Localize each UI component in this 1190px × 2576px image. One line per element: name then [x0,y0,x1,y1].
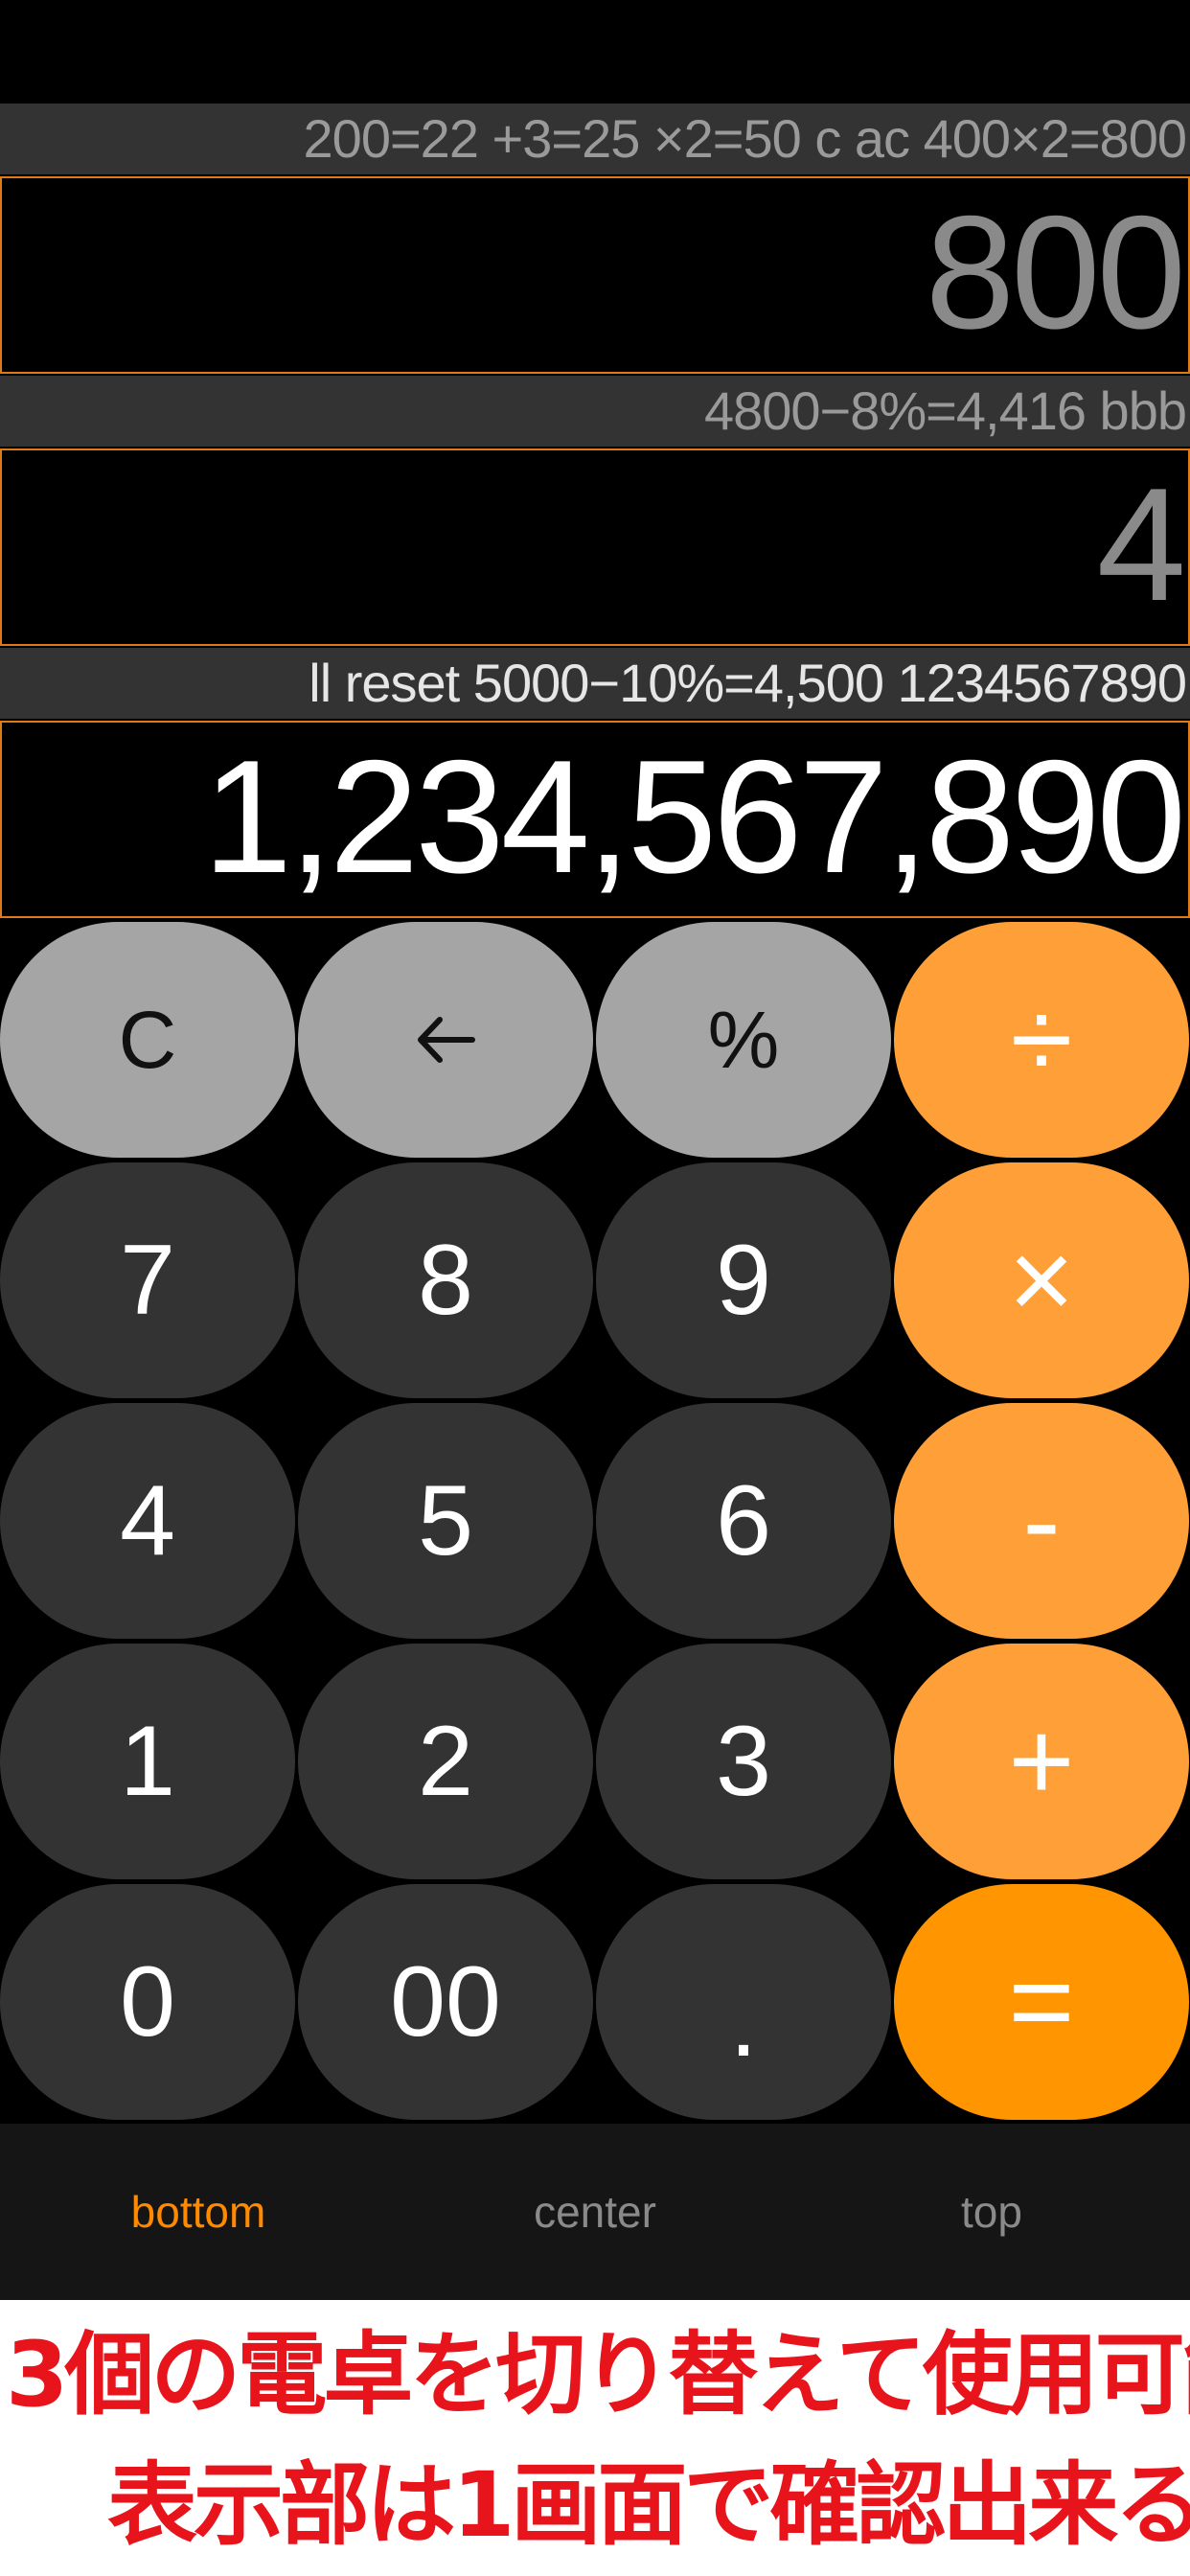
tab-center-label: center [534,2187,656,2237]
double-zero-label: 00 [390,1945,501,2058]
keypad: C % ÷ 7 8 9 × 4 5 6 - 1 2 3 + 0 00 . = [0,922,1190,2122]
digit-7-label: 7 [120,1224,175,1336]
equals-button[interactable]: = [894,1884,1189,2120]
history-tape-center: 4800−8%=4,416 bbb [0,376,1190,447]
calculator-app: 200=22 +3=25 ×2=50 c ac 400×2=800 800 48… [0,0,1190,2576]
promo-line-2: 表示部は1画面で確認出来るので便利 [107,2453,1190,2558]
display-value-bottom: 1,234,567,890 [202,726,1186,907]
clear-button[interactable]: C [0,922,295,1158]
decimal-button[interactable]: . [596,1884,891,2120]
digit-3-button[interactable]: 3 [596,1644,891,1879]
digit-6-label: 6 [716,1464,771,1576]
digit-1-label: 1 [120,1705,175,1817]
digit-3-label: 3 [716,1705,771,1817]
history-tape-top: 200=22 +3=25 ×2=50 c ac 400×2=800 [0,104,1190,174]
tab-top-label: top [961,2187,1022,2237]
digit-4-label: 4 [120,1464,175,1576]
equals-label: = [1008,1939,1075,2065]
percent-label: % [707,994,780,1085]
percent-button[interactable]: % [596,922,891,1158]
history-text-top: 200=22 +3=25 ×2=50 c ac 400×2=800 [303,108,1187,169]
history-text-bottom: ll reset 5000−10%=4,500 1234567890 [309,653,1187,713]
digit-8-label: 8 [418,1224,473,1336]
digit-9-label: 9 [716,1224,771,1336]
digit-0-button[interactable]: 0 [0,1884,295,2120]
digit-7-button[interactable]: 7 [0,1162,295,1398]
digit-5-button[interactable]: 5 [298,1403,593,1639]
decimal-label: . [729,1966,758,2078]
digit-9-button[interactable]: 9 [596,1162,891,1398]
divide-label: ÷ [1010,977,1073,1103]
plus-button[interactable]: + [894,1644,1189,1879]
digit-1-button[interactable]: 1 [0,1644,295,1879]
display-value-center: 4 [1096,454,1186,634]
clear-label: C [118,994,177,1085]
backspace-button[interactable] [298,922,593,1158]
digit-0-label: 0 [120,1945,175,2058]
multiply-label: × [1008,1217,1075,1344]
tab-bottom-label: bottom [130,2187,266,2237]
digit-2-label: 2 [418,1705,473,1817]
tab-center[interactable]: center [397,2124,793,2300]
display-bottom[interactable]: 1,234,567,890 [0,721,1190,918]
minus-button[interactable]: - [894,1403,1189,1639]
promo-banner: 3個の電卓を切り替えて使用可能！ 表示部は1画面で確認出来るので便利 [0,2300,1190,2576]
divide-button[interactable]: ÷ [894,922,1189,1158]
digit-4-button[interactable]: 4 [0,1403,295,1639]
arrow-left-icon [415,1016,476,1064]
history-tape-bottom: ll reset 5000−10%=4,500 1234567890 [0,648,1190,719]
double-zero-button[interactable]: 00 [298,1884,593,2120]
display-top[interactable]: 800 [0,176,1190,374]
tab-bottom[interactable]: bottom [0,2124,397,2300]
history-text-center: 4800−8%=4,416 bbb [703,380,1187,441]
minus-label: - [1022,1458,1061,1584]
digit-2-button[interactable]: 2 [298,1644,593,1879]
digit-6-button[interactable]: 6 [596,1403,891,1639]
tab-top[interactable]: top [793,2124,1190,2300]
multiply-button[interactable]: × [894,1162,1189,1398]
promo-line-1: 3個の電卓を切り替えて使用可能！ [6,2323,1190,2427]
plus-label: + [1008,1698,1075,1825]
display-value-top: 800 [925,182,1186,362]
digit-5-label: 5 [418,1464,473,1576]
display-center[interactable]: 4 [0,448,1190,646]
digit-8-button[interactable]: 8 [298,1162,593,1398]
tab-bar: bottom center top [0,2124,1190,2300]
